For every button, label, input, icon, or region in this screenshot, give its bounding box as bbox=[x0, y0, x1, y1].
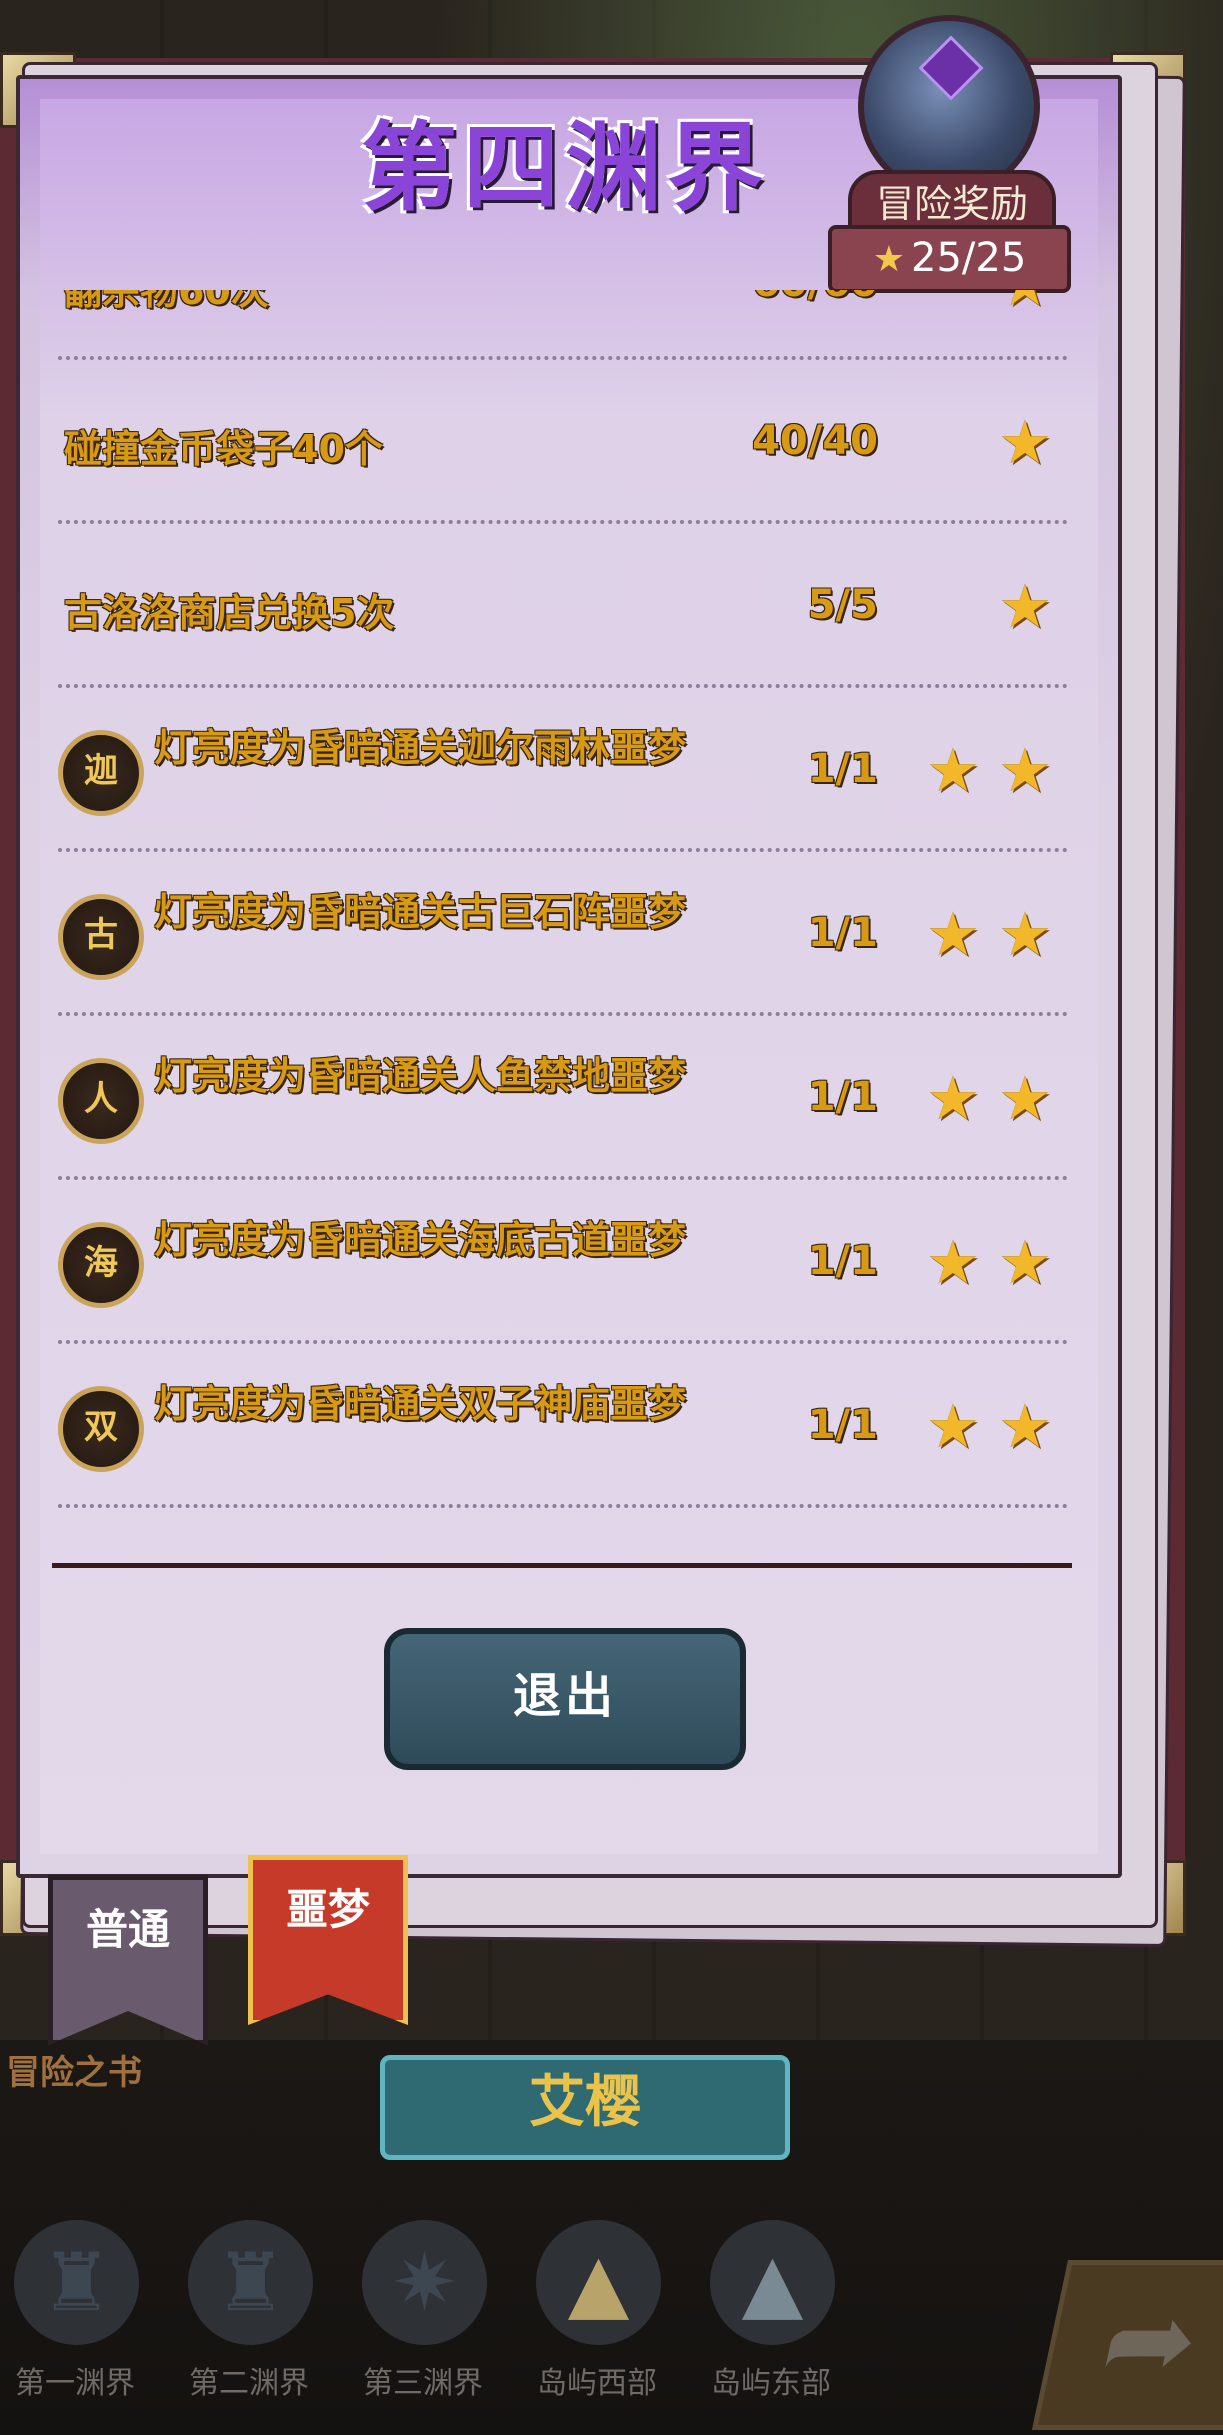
star-icon: ★ bbox=[998, 1392, 1052, 1462]
reward-score-value: 25/25 bbox=[911, 235, 1027, 281]
task-progress: 1/1 bbox=[807, 1402, 878, 1448]
stage-badge-icon: 古 bbox=[58, 894, 144, 980]
stage-badge-icon: 双 bbox=[58, 1386, 144, 1472]
task-progress: 5/5 bbox=[807, 582, 878, 628]
task-progress: 1/1 bbox=[807, 746, 878, 792]
star-icon: ★ bbox=[872, 239, 905, 280]
task-text: 灯亮度为昏暗通关迦尔雨林噩梦 bbox=[154, 726, 687, 770]
stage-badge-icon: 迦 bbox=[58, 730, 144, 816]
horned-helmet-icon: ♜ bbox=[14, 2220, 139, 2345]
rock-icon: ▲ bbox=[536, 2220, 661, 2345]
star-icon: ★ bbox=[998, 572, 1052, 642]
star-icon: ★ bbox=[926, 1392, 980, 1462]
list-divider bbox=[52, 1563, 1072, 1568]
achievement-list[interactable]: 翻杀物60次 60/60 ★ 碰撞金币袋子40个 40/40 ★ 古洛洛商店兑换… bbox=[58, 290, 1068, 1560]
star-icon: ★ bbox=[998, 408, 1052, 478]
star-icon: ★ bbox=[998, 1064, 1052, 1134]
list-item: 人 灯亮度为昏暗通关人鱼禁地噩梦 1/1 ★ ★ bbox=[58, 1016, 1068, 1180]
nav-item-realm-1[interactable]: ♜ 第一渊界 bbox=[0, 2220, 150, 2420]
star-icon: ★ bbox=[998, 1228, 1052, 1298]
nav-label: 岛屿西部 bbox=[537, 2366, 657, 2401]
nav-label: 第一渊界 bbox=[15, 2366, 135, 2401]
task-text: 灯亮度为昏暗通关双子神庙噩梦 bbox=[154, 1382, 687, 1426]
stage-badge-icon: 人 bbox=[58, 1058, 144, 1144]
nav-label: 第三渊界 bbox=[363, 2366, 483, 2401]
task-text: 灯亮度为昏暗通关人鱼禁地噩梦 bbox=[154, 1054, 687, 1098]
task-text: 灯亮度为昏暗通关古巨石阵噩梦 bbox=[154, 890, 687, 934]
list-item: 迦 灯亮度为昏暗通关迦尔雨林噩梦 1/1 ★ ★ bbox=[58, 688, 1068, 852]
nav-item-island-east[interactable]: ▲ 岛屿东部 bbox=[696, 2220, 846, 2420]
task-text: 翻杀物60次 bbox=[64, 290, 269, 313]
nav-item-island-west[interactable]: ▲ 岛屿西部 bbox=[522, 2220, 672, 2420]
spider-icon: ✷ bbox=[362, 2220, 487, 2345]
list-item: 古洛洛商店兑换5次 5/5 ★ bbox=[58, 524, 1068, 688]
task-progress: 1/1 bbox=[807, 1074, 878, 1120]
star-icon: ★ bbox=[998, 736, 1052, 806]
task-progress: 1/1 bbox=[807, 1238, 878, 1284]
task-progress: 60/60 bbox=[698, 290, 878, 306]
task-text: 灯亮度为昏暗通关海底古道噩梦 bbox=[154, 1218, 687, 1262]
task-progress: 40/40 bbox=[752, 418, 878, 464]
list-item: 碰撞金币袋子40个 40/40 ★ bbox=[58, 360, 1068, 524]
reward-score: ★ 25/25 bbox=[828, 225, 1071, 293]
star-icon: ★ bbox=[926, 1228, 980, 1298]
star-icon: ★ bbox=[998, 290, 1052, 320]
task-text: 古洛洛商店兑换5次 bbox=[64, 591, 395, 635]
nav-label: 岛屿东部 bbox=[711, 2366, 831, 2401]
rock-icon: ▲ bbox=[710, 2220, 835, 2345]
star-icon: ★ bbox=[998, 900, 1052, 970]
character-name-banner: 艾樱 bbox=[380, 2055, 790, 2160]
list-item: 双 灯亮度为昏暗通关双子神庙噩梦 1/1 ★ ★ bbox=[58, 1344, 1068, 1508]
star-icon: ★ bbox=[926, 1064, 980, 1134]
exit-button[interactable]: 退出 bbox=[384, 1628, 746, 1770]
adventure-book-label: 冒险之书 bbox=[6, 2053, 142, 2093]
task-progress: 1/1 bbox=[807, 910, 878, 956]
list-item: 海 灯亮度为昏暗通关海底古道噩梦 1/1 ★ ★ bbox=[58, 1180, 1068, 1344]
task-text: 碰撞金币袋子40个 bbox=[64, 427, 383, 471]
list-item: 翻杀物60次 60/60 ★ bbox=[58, 290, 1068, 360]
nav-label: 第二渊界 bbox=[189, 2366, 309, 2401]
star-icon: ★ bbox=[926, 736, 980, 806]
star-icon: ★ bbox=[926, 900, 980, 970]
nav-item-realm-2[interactable]: ♜ 第二渊界 bbox=[174, 2220, 324, 2420]
adventure-reward-badge[interactable]: 冒险奖励 ★ 25/25 bbox=[828, 15, 1071, 293]
list-item: 古 灯亮度为昏暗通关古巨石阵噩梦 1/1 ★ ★ bbox=[58, 852, 1068, 1016]
nav-item-realm-3[interactable]: ✷ 第三渊界 bbox=[348, 2220, 498, 2420]
stage-badge-icon: 海 bbox=[58, 1222, 144, 1308]
arrow-right-icon: ➦ bbox=[1091, 2276, 1211, 2404]
horned-helmet-icon: ♜ bbox=[188, 2220, 313, 2345]
